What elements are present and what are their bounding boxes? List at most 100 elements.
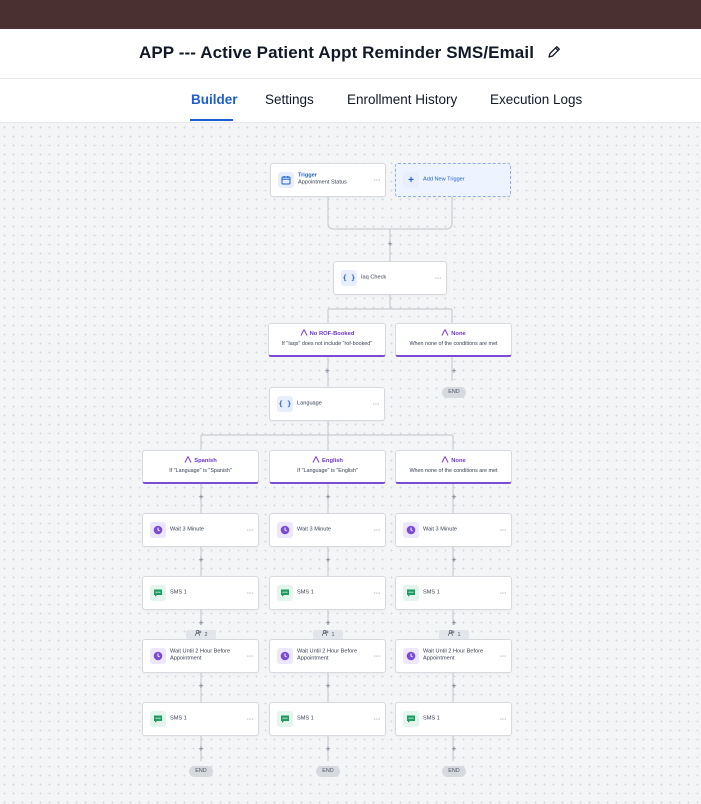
add-step-button[interactable]: + <box>196 681 206 691</box>
branch-icon <box>300 329 308 336</box>
more-options-icon[interactable]: ··· <box>247 589 254 598</box>
trigger-detail: Appointment Status <box>298 180 347 186</box>
branch-icon <box>441 329 449 336</box>
sms-icon <box>277 585 293 601</box>
clock-icon <box>277 522 293 538</box>
add-step-button[interactable]: + <box>449 744 459 754</box>
more-options-icon[interactable]: ··· <box>374 176 381 185</box>
users-icon <box>321 630 328 636</box>
add-step-button[interactable]: + <box>323 744 333 754</box>
more-options-icon[interactable]: ··· <box>374 715 381 724</box>
branch-condition: If "Language" is "Spanish" <box>169 468 232 474</box>
language-node[interactable]: { } Language ··· <box>269 387 385 421</box>
more-options-icon[interactable]: ··· <box>373 400 380 409</box>
trigger-node[interactable]: Trigger Appointment Status ··· <box>270 163 386 197</box>
add-step-button[interactable]: + <box>385 239 395 249</box>
branch-none[interactable]: None When none of the conditions are met <box>395 323 512 357</box>
tab-builder[interactable]: Builder <box>191 92 238 107</box>
branch-title: English <box>322 458 343 464</box>
clock-icon <box>150 522 166 538</box>
node-label: Wait Until 2 Hour Before Appointment <box>297 648 358 662</box>
add-step-button[interactable]: + <box>322 366 332 376</box>
add-step-button[interactable]: + <box>196 492 206 502</box>
more-options-icon[interactable]: ··· <box>247 526 254 535</box>
add-step-button[interactable]: + <box>449 492 459 502</box>
app-top-bar <box>0 0 701 29</box>
end-marker: END <box>442 766 466 777</box>
add-step-button[interactable]: + <box>323 618 333 628</box>
sms-icon <box>150 711 166 727</box>
more-options-icon[interactable]: ··· <box>500 589 507 598</box>
workflow-canvas[interactable]: Trigger Appointment Status ··· + Add New … <box>0 123 701 804</box>
wait-until-node[interactable]: Wait Until 2 Hour Before Appointment ··· <box>395 639 512 673</box>
sms-icon <box>150 585 166 601</box>
add-step-button[interactable]: + <box>323 492 333 502</box>
add-step-button[interactable]: + <box>449 618 459 628</box>
node-label: SMS 1 <box>297 715 314 722</box>
sms-node[interactable]: SMS 1 ··· <box>269 702 386 736</box>
sms-icon <box>277 711 293 727</box>
more-options-icon[interactable]: ··· <box>247 715 254 724</box>
sms-node[interactable]: SMS 1 ··· <box>142 576 259 610</box>
more-options-icon[interactable]: ··· <box>374 526 381 535</box>
node-label: Wait 3 Minute <box>297 526 331 533</box>
add-step-button[interactable]: + <box>196 618 206 628</box>
end-marker: END <box>189 766 213 777</box>
clock-icon <box>150 648 166 664</box>
contact-count-badge[interactable]: 1 <box>313 630 343 639</box>
more-options-icon[interactable]: ··· <box>374 652 381 661</box>
pencil-icon[interactable] <box>546 44 562 60</box>
trigger-label: Trigger <box>298 172 317 179</box>
branch-english[interactable]: English If "Language" is "English" <box>269 450 386 484</box>
contact-count-badge[interactable]: 2 <box>186 630 216 639</box>
add-step-button[interactable]: + <box>449 555 459 565</box>
tab-enrollment-history[interactable]: Enrollment History <box>347 92 457 107</box>
contact-count: 1 <box>457 632 461 638</box>
branch-none[interactable]: None When none of the conditions are met <box>395 450 512 484</box>
contact-count: 2 <box>204 632 208 638</box>
workflow-title: APP --- Active Patient Appt Reminder SMS… <box>138 43 535 62</box>
more-options-icon[interactable]: ··· <box>247 652 254 661</box>
node-label: SMS 1 <box>423 589 440 596</box>
add-trigger-button[interactable]: + Add New Trigger <box>395 163 511 197</box>
clock-icon <box>403 648 419 664</box>
more-options-icon[interactable]: ··· <box>374 589 381 598</box>
add-step-button[interactable]: + <box>449 366 459 376</box>
branch-icon <box>184 456 192 463</box>
branch-spanish[interactable]: Spanish If "Language" is "Spanish" <box>142 450 259 484</box>
tab-bar: Builder Settings Enrollment History Exec… <box>0 79 701 123</box>
more-options-icon[interactable]: ··· <box>435 274 442 283</box>
more-options-icon[interactable]: ··· <box>500 526 507 535</box>
wait-node[interactable]: Wait 3 Minute ··· <box>142 513 259 547</box>
language-label: Language <box>297 400 322 407</box>
wait-until-node[interactable]: Wait Until 2 Hour Before Appointment ··· <box>269 639 386 673</box>
clock-icon <box>277 648 293 664</box>
node-label: SMS 1 <box>170 715 187 722</box>
branch-title: None <box>451 331 466 337</box>
wait-node[interactable]: Wait 3 Minute ··· <box>395 513 512 547</box>
node-label: Wait Until 2 Hour Before Appointment <box>170 648 231 662</box>
add-step-button[interactable]: + <box>196 744 206 754</box>
node-label: Wait 3 Minute <box>170 526 204 533</box>
contact-count-badge[interactable]: 1 <box>439 630 469 639</box>
sms-node[interactable]: SMS 1 ··· <box>142 702 259 736</box>
iaq-check-node[interactable]: { } Iaq Check ··· <box>333 261 447 295</box>
sms-node[interactable]: SMS 1 ··· <box>395 576 512 610</box>
tab-settings[interactable]: Settings <box>265 92 314 107</box>
sms-node[interactable]: SMS 1 ··· <box>395 702 512 736</box>
contact-count: 1 <box>331 632 335 638</box>
node-label: SMS 1 <box>423 715 440 722</box>
wait-until-node[interactable]: Wait Until 2 Hour Before Appointment ··· <box>142 639 259 673</box>
more-options-icon[interactable]: ··· <box>500 652 507 661</box>
add-step-button[interactable]: + <box>323 555 333 565</box>
add-step-button[interactable]: + <box>323 681 333 691</box>
clock-icon <box>403 522 419 538</box>
tab-execution-logs[interactable]: Execution Logs <box>490 92 582 107</box>
add-step-button[interactable]: + <box>196 555 206 565</box>
add-step-button[interactable]: + <box>449 681 459 691</box>
branch-title: No ROF-Booked <box>309 331 355 337</box>
wait-node[interactable]: Wait 3 Minute ··· <box>269 513 386 547</box>
sms-node[interactable]: SMS 1 ··· <box>269 576 386 610</box>
more-options-icon[interactable]: ··· <box>500 715 507 724</box>
branch-no-rof-booked[interactable]: No ROF-Booked If "Iaqs" does not include… <box>268 323 386 357</box>
